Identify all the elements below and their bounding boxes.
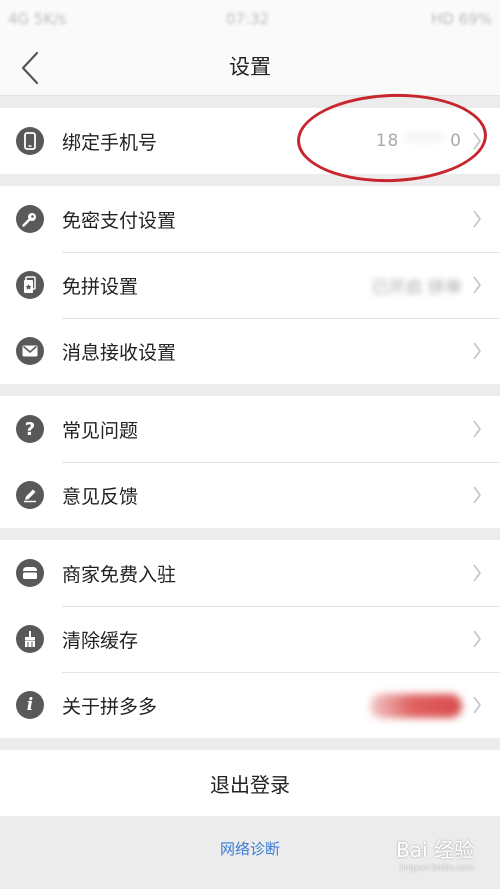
nav-bar: 设置 [0, 38, 500, 96]
store-icon [16, 559, 44, 587]
bind-phone-label: 绑定手机号 [62, 131, 158, 154]
about-label: 关于拼多多 [62, 695, 158, 718]
card-icon [16, 271, 44, 299]
page-title: 设置 [229, 55, 271, 79]
footer: 网络诊断 Bai 经验 jingyan.baidu.com [0, 816, 500, 878]
message-settings-row[interactable]: 消息接收设置 [0, 318, 500, 384]
broom-icon [16, 625, 44, 653]
group-free-value: 已开启 拼单 [371, 277, 462, 298]
chevron-right-icon [473, 630, 481, 648]
chevron-right-icon [473, 276, 481, 294]
clear-cache-row[interactable]: 清除缓存 [0, 606, 500, 672]
watermark: Bai 经验 jingyan.baidu.com [396, 834, 474, 872]
settings-group-payment: 免密支付设置 免拼设置 已开启 拼单 消息接收设置 [0, 186, 500, 384]
group-free-label: 免拼设置 [62, 275, 139, 298]
mail-icon [16, 337, 44, 365]
feedback-label: 意见反馈 [62, 485, 139, 508]
settings-group-help: ? 常见问题 意见反馈 [0, 396, 500, 528]
phone-icon [16, 127, 44, 155]
pencil-icon [16, 481, 44, 509]
divider [0, 738, 500, 750]
settings-group-other: 商家免费入驻 清除缓存 i 关于拼多多 [0, 540, 500, 738]
merchant-join-row[interactable]: 商家免费入驻 [0, 540, 500, 606]
clock: 07:32 [226, 10, 270, 28]
chevron-right-icon [473, 486, 481, 504]
password-free-pay-row[interactable]: 免密支付设置 [0, 186, 500, 252]
phone-number-value: 18 **** 0 [375, 131, 462, 151]
chevron-right-icon [473, 342, 481, 360]
key-icon [16, 205, 44, 233]
group-free-row[interactable]: 免拼设置 已开启 拼单 [0, 252, 500, 318]
settings-group-account: 绑定手机号 18 **** 0 [0, 108, 500, 174]
version-badge [370, 694, 462, 718]
about-row[interactable]: i 关于拼多多 [0, 672, 500, 738]
divider [0, 174, 500, 186]
chevron-right-icon [473, 420, 481, 438]
message-settings-label: 消息接收设置 [62, 341, 177, 364]
divider [0, 384, 500, 396]
battery-indicator: HD 69% [431, 10, 492, 28]
status-bar: 4G 5K/s 07:32 HD 69% [0, 0, 500, 38]
watermark-text: Bai 经验 [396, 838, 474, 862]
info-icon: i [16, 691, 44, 719]
bind-phone-row[interactable]: 绑定手机号 18 **** 0 [0, 108, 500, 174]
signal-indicator: 4G 5K/s [8, 10, 67, 28]
password-free-pay-label: 免密支付设置 [62, 209, 177, 232]
faq-label: 常见问题 [62, 419, 139, 442]
merchant-join-label: 商家免费入驻 [62, 563, 177, 586]
watermark-url: jingyan.baidu.com [400, 863, 474, 872]
faq-row[interactable]: ? 常见问题 [0, 396, 500, 462]
chevron-right-icon [473, 696, 481, 714]
clear-cache-label: 清除缓存 [62, 629, 139, 652]
chevron-right-icon [473, 210, 481, 228]
question-icon: ? [16, 415, 44, 443]
logout-button[interactable]: 退出登录 [0, 750, 500, 816]
feedback-row[interactable]: 意见反馈 [0, 462, 500, 528]
chevron-right-icon [473, 564, 481, 582]
chevron-right-icon [473, 132, 481, 150]
divider [0, 96, 500, 108]
divider [0, 528, 500, 540]
